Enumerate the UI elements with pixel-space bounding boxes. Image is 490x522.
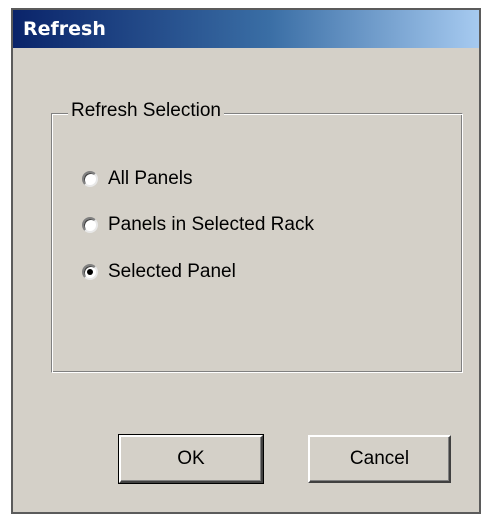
radio-panels-in-selected-rack[interactable]: Panels in Selected Rack <box>82 212 314 238</box>
window-title: Refresh <box>23 18 106 40</box>
radio-selected-panel[interactable]: Selected Panel <box>82 259 236 285</box>
radio-button-icon[interactable] <box>82 171 98 187</box>
title-bar[interactable]: Refresh <box>13 10 479 48</box>
refresh-selection-group: Refresh Selection All Panels Panels in S… <box>51 100 463 373</box>
radio-all-panels[interactable]: All Panels <box>82 166 193 192</box>
cancel-button[interactable]: Cancel <box>308 435 451 483</box>
radio-label: All Panels <box>108 168 193 189</box>
group-label: Refresh Selection <box>68 100 224 122</box>
refresh-dialog: Refresh Refresh Selection All Panels Pan… <box>11 8 481 514</box>
radio-label: Selected Panel <box>108 261 236 282</box>
radio-button-icon[interactable] <box>82 264 98 280</box>
ok-button[interactable]: OK <box>118 434 264 484</box>
radio-button-icon[interactable] <box>82 217 98 233</box>
radio-label: Panels in Selected Rack <box>108 214 314 235</box>
